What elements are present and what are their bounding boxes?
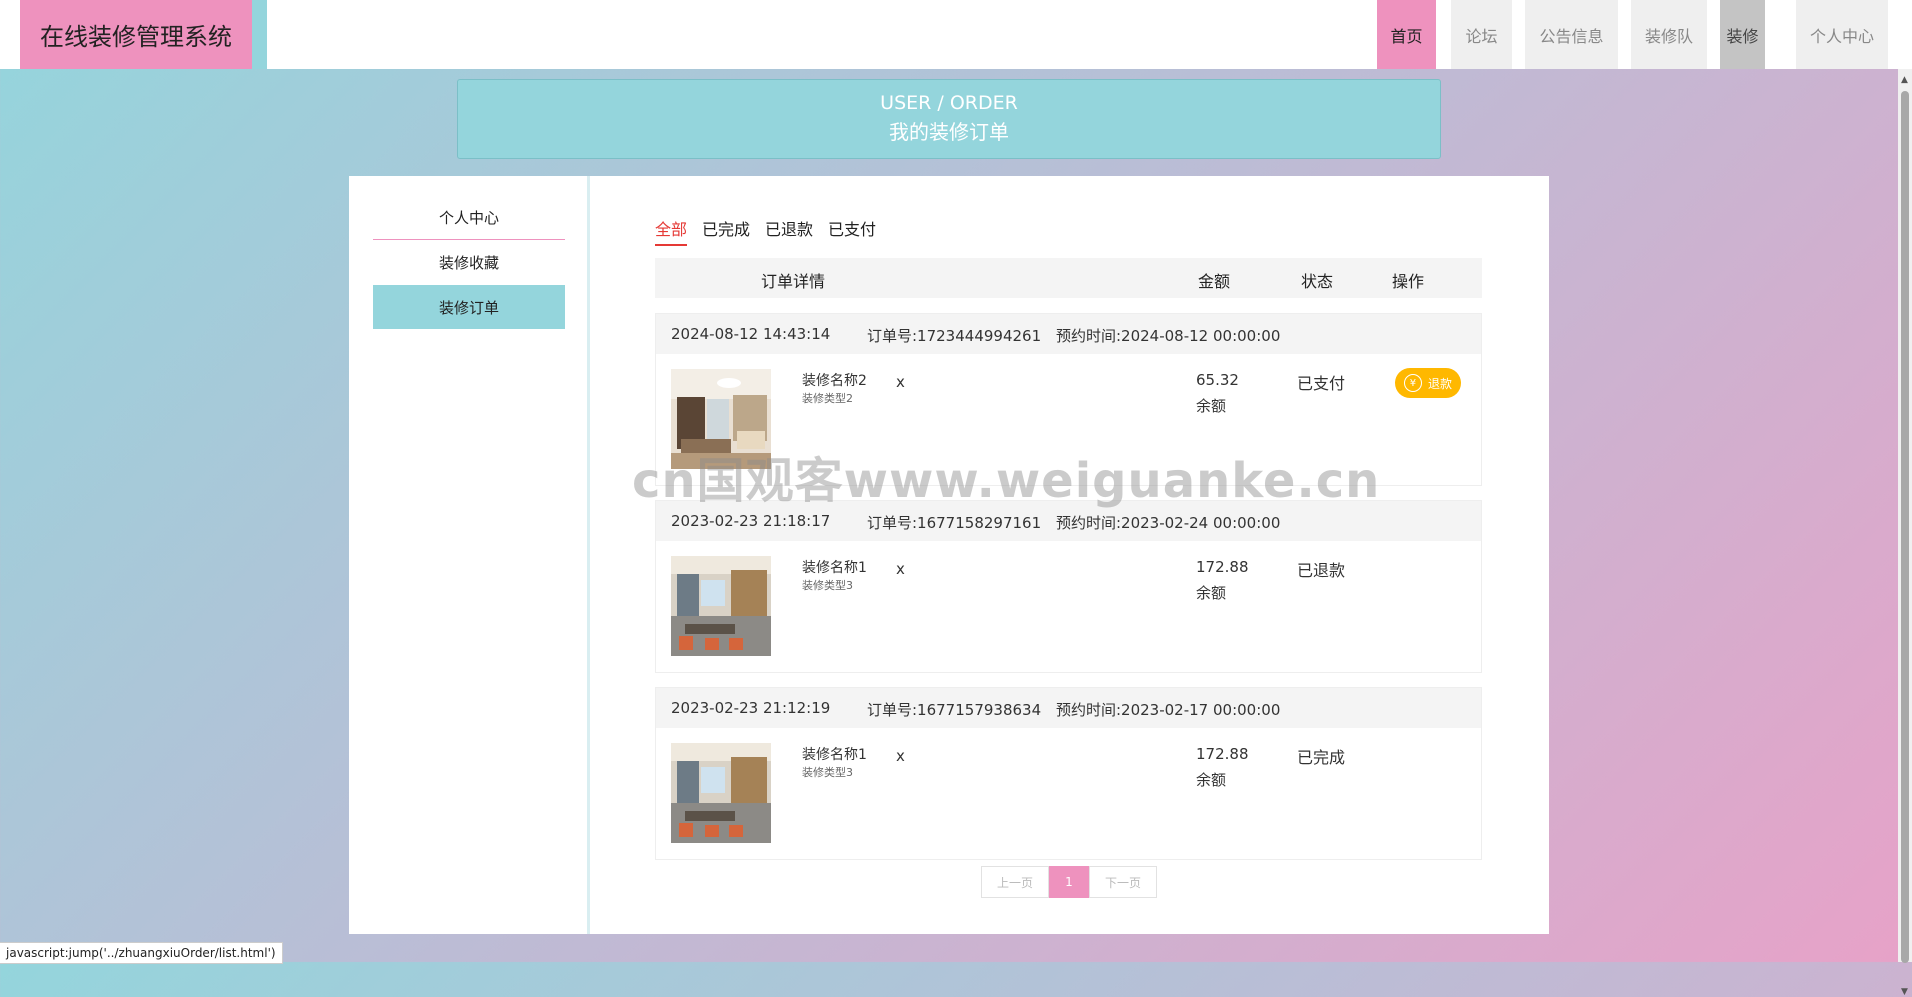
tab-paid[interactable]: 已支付 [828,216,876,244]
order-item-type: 装修类型2 [802,392,853,405]
page-number-current[interactable]: 1 [1049,866,1089,898]
sidebar: 个人中心 装修收藏 装修订单 [349,176,590,934]
scrollbar-thumb[interactable] [1901,91,1909,963]
brand-divider [252,0,267,69]
top-navbar: 在线装修管理系统 首页 论坛 公告信息 装修队 装修 个人中心 [0,0,1912,69]
order-item-x: x [896,747,905,765]
order-payment-method: 余额 [1196,584,1227,602]
order-reserve-time: 预约时间:2023-02-17 00:00:00 [1056,701,1281,719]
nav-personal-center[interactable]: 个人中心 [1796,0,1888,69]
order-number: 订单号:1723444994261 [867,327,1042,345]
order-thumbnail[interactable] [671,556,771,656]
order-amount: 65.32 [1196,371,1239,389]
order-reserve-time: 预约时间:2023-02-24 00:00:00 [1056,514,1281,532]
order-created: 2024-08-12 14:43:14 [671,325,831,343]
header-action: 操作 [1392,272,1425,291]
sidebar-item-favorites[interactable]: 装修收藏 [373,240,565,284]
table-header: 订单详情 金额 状态 操作 [655,258,1482,298]
scroll-down-icon[interactable]: ▼ [1901,987,1908,997]
banner-subtitle: USER / ORDER [880,92,1018,114]
next-page-button[interactable]: 下一页 [1089,866,1157,898]
refund-button[interactable]: ¥ 退款 [1395,368,1461,398]
nav-teams[interactable]: 装修队 [1631,0,1707,69]
watermark: cn国观客www.weiguanke.cn [632,453,1381,509]
order-header: 2023-02-23 21:12:19 订单号:1677157938634 预约… [656,688,1481,728]
tab-all[interactable]: 全部 [655,216,688,246]
order-payment-method: 余额 [1196,397,1227,415]
sidebar-item-orders[interactable]: 装修订单 [373,285,565,329]
order-payment-method: 余额 [1196,771,1227,789]
order-created: 2023-02-23 21:18:17 [671,512,831,530]
order-amount: 172.88 [1196,745,1249,763]
order-item-name[interactable]: 装修名称1 [802,557,867,577]
header-status: 状态 [1301,272,1334,291]
order-status: 已完成 [1297,748,1346,767]
header-amount: 金额 [1198,272,1231,291]
banner-title: 我的装修订单 [889,120,1009,144]
tab-completed[interactable]: 已完成 [702,216,750,244]
nav-forum[interactable]: 论坛 [1451,0,1512,69]
order-item-x: x [896,373,905,391]
nav-announcements[interactable]: 公告信息 [1525,0,1618,69]
order-number: 订单号:1677158297161 [867,514,1042,532]
order-header: 2024-08-12 14:43:14 订单号:1723444994261 预约… [656,314,1481,354]
sidebar-item-personal-center[interactable]: 个人中心 [373,195,565,240]
browser-status-bar: javascript:jump('../zhuangxiuOrder/list.… [0,942,283,964]
order-item-x: x [896,560,905,578]
order-reserve-time: 预约时间:2024-08-12 00:00:00 [1056,327,1281,345]
order-item-type: 装修类型3 [802,579,853,592]
order-amount: 172.88 [1196,558,1249,576]
order-item-name[interactable]: 装修名称2 [802,370,867,390]
order-row: 2023-02-23 21:12:19 订单号:1677157938634 预约… [655,687,1482,860]
tab-refunded[interactable]: 已退款 [765,216,813,244]
yen-icon: ¥ [1403,374,1422,392]
scroll-up-icon[interactable]: ▲ [1901,75,1908,85]
page-banner: USER / ORDER 我的装修订单 [457,79,1441,159]
main-card: 个人中心 装修收藏 装修订单 全部 已完成 已退款 已支付 订单详情 金额 状态… [349,176,1549,934]
order-row: 2023-02-23 21:18:17 订单号:1677158297161 预约… [655,500,1482,673]
brand-title: 在线装修管理系统 [20,0,252,69]
vertical-scrollbar[interactable]: ▲ ▼ [1898,69,1912,997]
order-status: 已退款 [1297,561,1346,580]
order-thumbnail[interactable] [671,743,771,843]
order-status: 已支付 [1297,374,1346,393]
nav-home[interactable]: 首页 [1377,0,1436,69]
refund-label: 退款 [1427,376,1452,391]
order-item-name[interactable]: 装修名称1 [802,744,867,764]
pagination: 上一页 1 下一页 [981,866,1157,898]
order-created: 2023-02-23 21:12:19 [671,699,831,717]
nav-renovation[interactable]: 装修 [1720,0,1765,69]
order-number: 订单号:1677157938634 [867,701,1042,719]
prev-page-button[interactable]: 上一页 [981,866,1049,898]
header-detail: 订单详情 [761,272,826,291]
order-item-type: 装修类型3 [802,766,853,779]
